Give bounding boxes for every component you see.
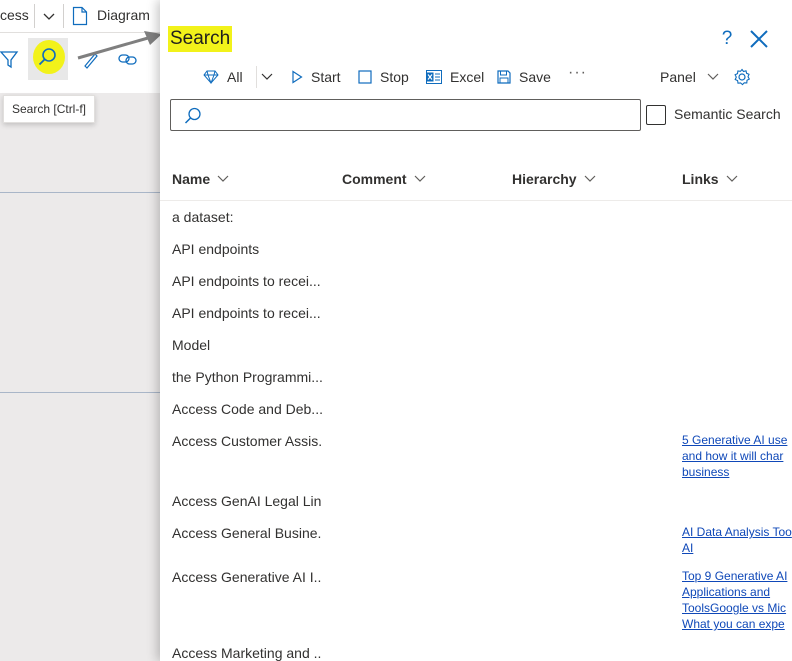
search-icon (38, 48, 56, 66)
column-header-comment[interactable]: Comment (342, 169, 427, 189)
row-links: 5 Generative AI use and how it will char… (682, 432, 792, 480)
all-button[interactable]: All (203, 66, 243, 88)
tab-access[interactable]: cess (0, 7, 29, 23)
gear-icon[interactable] (733, 68, 751, 86)
row-name[interactable]: API endpoints to recei... (172, 305, 322, 321)
row-name[interactable]: a dataset: (172, 209, 322, 225)
stop-button[interactable]: Stop (358, 66, 409, 88)
tab-diagram[interactable]: Diagram (97, 7, 150, 23)
column-header-name[interactable]: Name (172, 169, 230, 189)
start-button[interactable]: Start (291, 66, 341, 88)
canvas-guide-line (0, 392, 162, 393)
annotation-arrow (77, 31, 162, 60)
save-button-label: Save (519, 69, 551, 85)
chevron-down-icon (414, 175, 425, 182)
link[interactable]: AI (682, 540, 792, 556)
column-header-label: Name (172, 171, 211, 187)
column-header-label: Comment (342, 171, 407, 187)
canvas-guide-line (0, 192, 162, 193)
search-icon (184, 107, 201, 124)
chevron-down-icon (726, 175, 738, 182)
link[interactable]: AI Data Analysis Too (682, 524, 792, 540)
more-options-button[interactable]: ··· (568, 64, 587, 82)
toolbar-separator (256, 66, 257, 88)
column-header-label: Hierarchy (512, 171, 577, 187)
chevron-down-icon[interactable] (40, 7, 58, 25)
link[interactable]: ToolsGoogle vs Mic (682, 600, 792, 616)
row-name[interactable]: Model (172, 337, 322, 353)
semantic-search-label: Semantic Search (674, 106, 781, 122)
excel-button-label: Excel (450, 69, 485, 85)
search-panel: Search ? All Start Stop Excel Save ··· P… (160, 0, 792, 661)
link[interactable]: and how it will char (682, 448, 792, 464)
stop-button-label: Stop (380, 69, 409, 85)
column-header-label: Links (682, 171, 719, 187)
panel-title: Search (168, 26, 233, 52)
search-tooltip: Search [Ctrl-f] (3, 95, 96, 123)
chevron-down-icon (707, 73, 719, 80)
link[interactable]: Applications and (682, 584, 792, 600)
row-name[interactable]: Access Marketing and ... (172, 645, 322, 661)
tab-separator (34, 4, 35, 28)
save-button[interactable]: Save (497, 66, 551, 88)
chevron-down-icon (217, 175, 229, 182)
panel-dropdown-label: Panel (660, 69, 696, 85)
tab-separator (63, 4, 64, 28)
link[interactable]: What you can expe (682, 616, 792, 632)
chevron-down-icon[interactable] (260, 70, 274, 84)
filter-icon[interactable] (0, 49, 22, 71)
close-icon[interactable] (748, 28, 770, 50)
panel-dropdown[interactable]: Panel (660, 66, 720, 88)
link[interactable]: 5 Generative AI use (682, 432, 792, 448)
header-divider (160, 200, 792, 201)
row-name[interactable]: Access GenAI Legal Lin... (172, 493, 322, 509)
semantic-search-checkbox[interactable] (646, 105, 666, 125)
chevron-down-icon (584, 175, 596, 182)
excel-icon (426, 70, 442, 84)
stop-icon (358, 70, 372, 84)
start-button-label: Start (311, 69, 341, 85)
row-name[interactable]: Access General Busine... (172, 525, 322, 541)
row-name[interactable]: API endpoints to recei... (172, 273, 322, 289)
excel-button[interactable]: Excel (426, 66, 484, 88)
row-name[interactable]: API endpoints (172, 241, 322, 257)
all-button-label: All (227, 69, 243, 85)
row-name[interactable]: the Python Programmi... (172, 369, 322, 385)
help-icon[interactable]: ? (718, 28, 736, 50)
search-field[interactable] (170, 99, 641, 131)
column-header-links[interactable]: Links (682, 169, 739, 189)
column-header-hierarchy[interactable]: Hierarchy (512, 169, 597, 189)
row-links: Top 9 Generative AI Applications and Too… (682, 568, 792, 632)
diamond-icon (203, 70, 219, 84)
link[interactable]: business (682, 464, 792, 480)
floppy-disk-icon (497, 70, 511, 84)
row-links: AI Data Analysis Too AI (682, 524, 792, 556)
play-icon (292, 70, 303, 84)
row-name[interactable]: Access Customer Assis... (172, 433, 322, 449)
row-name[interactable]: Access Generative AI I... (172, 569, 322, 585)
link[interactable]: Top 9 Generative AI (682, 568, 792, 584)
row-name[interactable]: Access Code and Deb... (172, 401, 322, 417)
search-input[interactable] (211, 104, 635, 128)
